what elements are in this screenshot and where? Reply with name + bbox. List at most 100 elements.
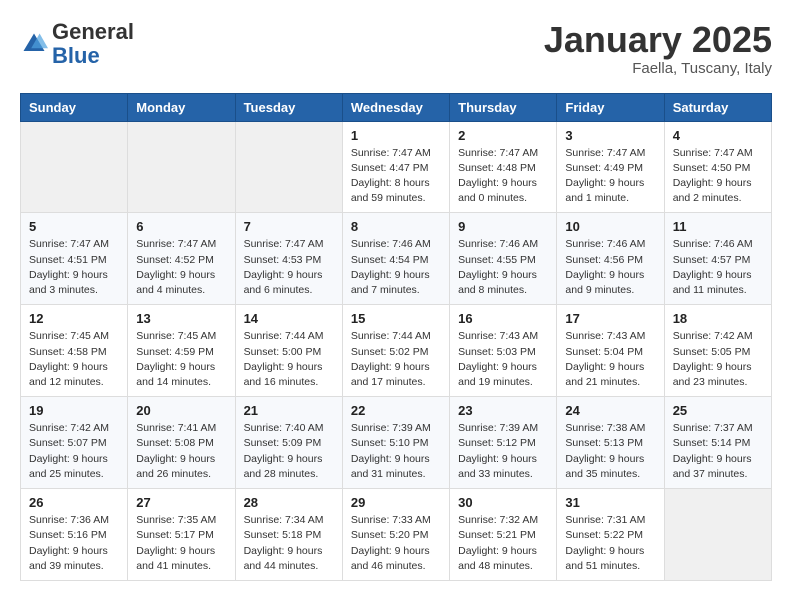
day-info: Sunrise: 7:37 AMSunset: 5:14 PMDaylight:… xyxy=(673,421,763,482)
calendar-cell: 31 Sunrise: 7:31 AMSunset: 5:22 PMDayligh… xyxy=(557,489,664,581)
day-number: 18 xyxy=(673,311,763,326)
day-number: 25 xyxy=(673,403,763,418)
day-number: 17 xyxy=(565,311,655,326)
calendar-cell: 27 Sunrise: 7:35 AMSunset: 5:17 PMDayligh… xyxy=(128,489,235,581)
weekday-header-tuesday: Tuesday xyxy=(235,93,342,121)
calendar-cell: 25 Sunrise: 7:37 AMSunset: 5:14 PMDayligh… xyxy=(664,397,771,489)
page-header: General Blue January 2025 Faella, Tuscan… xyxy=(20,20,772,77)
weekday-header-row: SundayMondayTuesdayWednesdayThursdayFrid… xyxy=(21,93,772,121)
calendar-cell: 18 Sunrise: 7:42 AMSunset: 5:05 PMDayligh… xyxy=(664,305,771,397)
calendar-cell: 22 Sunrise: 7:39 AMSunset: 5:10 PMDayligh… xyxy=(342,397,449,489)
day-info: Sunrise: 7:47 AMSunset: 4:50 PMDaylight:… xyxy=(673,146,763,207)
calendar-cell: 12Sunrise: 7:45 AMSunset: 4:58 PMDayligh… xyxy=(21,305,128,397)
day-info: Sunrise: 7:40 AMSunset: 5:09 PMDaylight:… xyxy=(244,421,334,482)
day-number: 7 xyxy=(244,219,334,234)
day-number: 8 xyxy=(351,219,441,234)
calendar-week-row: 5Sunrise: 7:47 AMSunset: 4:51 PMDaylight… xyxy=(21,213,772,305)
calendar-cell: 5Sunrise: 7:47 AMSunset: 4:51 PMDaylight… xyxy=(21,213,128,305)
calendar-cell xyxy=(21,121,128,213)
day-info: Sunrise: 7:46 AMSunset: 4:54 PMDaylight:… xyxy=(351,237,441,298)
logo-general-text: General xyxy=(52,19,134,44)
day-number: 23 xyxy=(458,403,548,418)
day-number: 19 xyxy=(29,403,119,418)
day-info: Sunrise: 7:46 AMSunset: 4:56 PMDaylight:… xyxy=(565,237,655,298)
calendar-cell: 15 Sunrise: 7:44 AMSunset: 5:02 PMDayligh… xyxy=(342,305,449,397)
calendar-table: SundayMondayTuesdayWednesdayThursdayFrid… xyxy=(20,93,772,581)
day-number: 27 xyxy=(136,495,226,510)
calendar-cell xyxy=(235,121,342,213)
weekday-header-thursday: Thursday xyxy=(450,93,557,121)
calendar-cell: 21 Sunrise: 7:40 AMSunset: 5:09 PMDayligh… xyxy=(235,397,342,489)
day-info: Sunrise: 7:36 AMSunset: 5:16 PMDaylight:… xyxy=(29,513,119,574)
calendar-cell xyxy=(664,489,771,581)
day-number: 3 xyxy=(565,128,655,143)
calendar-cell: 29Sunrise: 7:33 AMSunset: 5:20 PMDayligh… xyxy=(342,489,449,581)
day-number: 13 xyxy=(136,311,226,326)
calendar-cell: 24Sunrise: 7:38 AMSunset: 5:13 PMDayligh… xyxy=(557,397,664,489)
day-number: 16 xyxy=(458,311,548,326)
day-number: 4 xyxy=(673,128,763,143)
weekday-header-sunday: Sunday xyxy=(21,93,128,121)
calendar-cell: 11 Sunrise: 7:46 AMSunset: 4:57 PMDayligh… xyxy=(664,213,771,305)
location-text: Faella, Tuscany, Italy xyxy=(544,60,772,77)
day-number: 10 xyxy=(565,219,655,234)
day-info: Sunrise: 7:43 AMSunset: 5:03 PMDaylight:… xyxy=(458,329,548,390)
day-number: 14 xyxy=(244,311,334,326)
day-number: 30 xyxy=(458,495,548,510)
day-number: 15 xyxy=(351,311,441,326)
title-block: January 2025 Faella, Tuscany, Italy xyxy=(544,20,772,77)
day-info: Sunrise: 7:34 AMSunset: 5:18 PMDaylight:… xyxy=(244,513,334,574)
weekday-header-monday: Monday xyxy=(128,93,235,121)
day-info: Sunrise: 7:33 AMSunset: 5:20 PMDaylight:… xyxy=(351,513,441,574)
day-info: Sunrise: 7:39 AMSunset: 5:10 PMDaylight:… xyxy=(351,421,441,482)
day-number: 24 xyxy=(565,403,655,418)
calendar-cell: 26Sunrise: 7:36 AMSunset: 5:16 PMDayligh… xyxy=(21,489,128,581)
calendar-cell: 13 Sunrise: 7:45 AMSunset: 4:59 PMDayligh… xyxy=(128,305,235,397)
logo-icon xyxy=(20,30,48,58)
day-info: Sunrise: 7:35 AMSunset: 5:17 PMDaylight:… xyxy=(136,513,226,574)
day-info: Sunrise: 7:47 AMSunset: 4:51 PMDaylight:… xyxy=(29,237,119,298)
calendar-cell: 7 Sunrise: 7:47 AMSunset: 4:53 PMDaylight… xyxy=(235,213,342,305)
day-info: Sunrise: 7:47 AMSunset: 4:49 PMDaylight:… xyxy=(565,146,655,207)
day-number: 6 xyxy=(136,219,226,234)
calendar-week-row: 19 Sunrise: 7:42 AMSunset: 5:07 PMDayligh… xyxy=(21,397,772,489)
calendar-cell: 8 Sunrise: 7:46 AMSunset: 4:54 PMDaylight… xyxy=(342,213,449,305)
day-number: 28 xyxy=(244,495,334,510)
day-info: Sunrise: 7:42 AMSunset: 5:07 PMDaylight:… xyxy=(29,421,119,482)
day-info: Sunrise: 7:47 AMSunset: 4:53 PMDaylight:… xyxy=(244,237,334,298)
day-number: 20 xyxy=(136,403,226,418)
calendar-cell: 2Sunrise: 7:47 AMSunset: 4:48 PMDaylight… xyxy=(450,121,557,213)
calendar-cell: 30 Sunrise: 7:32 AMSunset: 5:21 PMDayligh… xyxy=(450,489,557,581)
day-number: 21 xyxy=(244,403,334,418)
day-info: Sunrise: 7:45 AMSunset: 4:59 PMDaylight:… xyxy=(136,329,226,390)
day-info: Sunrise: 7:32 AMSunset: 5:21 PMDaylight:… xyxy=(458,513,548,574)
calendar-cell: 6 Sunrise: 7:47 AMSunset: 4:52 PMDaylight… xyxy=(128,213,235,305)
weekday-header-wednesday: Wednesday xyxy=(342,93,449,121)
day-info: Sunrise: 7:31 AMSunset: 5:22 PMDaylight:… xyxy=(565,513,655,574)
day-info: Sunrise: 7:44 AMSunset: 5:02 PMDaylight:… xyxy=(351,329,441,390)
calendar-week-row: 12Sunrise: 7:45 AMSunset: 4:58 PMDayligh… xyxy=(21,305,772,397)
logo-blue-text: Blue xyxy=(52,43,100,68)
day-number: 31 xyxy=(565,495,655,510)
day-info: Sunrise: 7:42 AMSunset: 5:05 PMDaylight:… xyxy=(673,329,763,390)
calendar-cell: 1Sunrise: 7:47 AMSunset: 4:47 PMDaylight… xyxy=(342,121,449,213)
day-number: 11 xyxy=(673,219,763,234)
calendar-cell: 23 Sunrise: 7:39 AMSunset: 5:12 PMDayligh… xyxy=(450,397,557,489)
day-number: 22 xyxy=(351,403,441,418)
calendar-cell: 19 Sunrise: 7:42 AMSunset: 5:07 PMDayligh… xyxy=(21,397,128,489)
day-info: Sunrise: 7:43 AMSunset: 5:04 PMDaylight:… xyxy=(565,329,655,390)
day-info: Sunrise: 7:46 AMSunset: 4:55 PMDaylight:… xyxy=(458,237,548,298)
calendar-cell: 20Sunrise: 7:41 AMSunset: 5:08 PMDayligh… xyxy=(128,397,235,489)
calendar-week-row: 1Sunrise: 7:47 AMSunset: 4:47 PMDaylight… xyxy=(21,121,772,213)
calendar-cell: 17 Sunrise: 7:43 AMSunset: 5:04 PMDayligh… xyxy=(557,305,664,397)
day-info: Sunrise: 7:45 AMSunset: 4:58 PMDaylight:… xyxy=(29,329,119,390)
day-info: Sunrise: 7:39 AMSunset: 5:12 PMDaylight:… xyxy=(458,421,548,482)
day-info: Sunrise: 7:47 AMSunset: 4:48 PMDaylight:… xyxy=(458,146,548,207)
day-info: Sunrise: 7:46 AMSunset: 4:57 PMDaylight:… xyxy=(673,237,763,298)
day-info: Sunrise: 7:47 AMSunset: 4:52 PMDaylight:… xyxy=(136,237,226,298)
month-title: January 2025 xyxy=(544,20,772,60)
weekday-header-saturday: Saturday xyxy=(664,93,771,121)
calendar-cell: 16 Sunrise: 7:43 AMSunset: 5:03 PMDayligh… xyxy=(450,305,557,397)
logo: General Blue xyxy=(20,20,134,68)
calendar-cell: 9Sunrise: 7:46 AMSunset: 4:55 PMDaylight… xyxy=(450,213,557,305)
